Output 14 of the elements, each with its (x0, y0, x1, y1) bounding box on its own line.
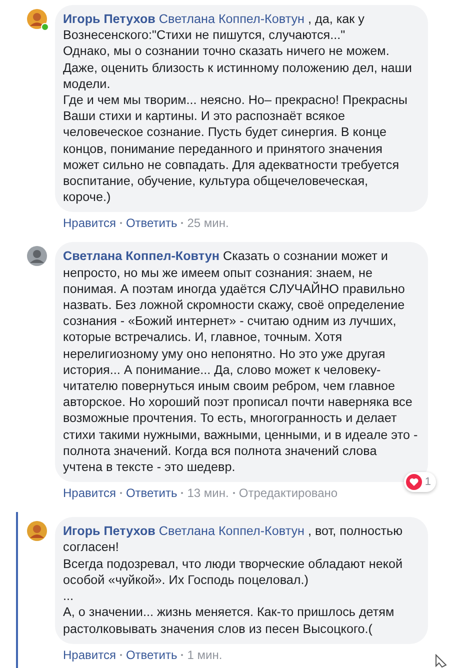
comment-text: Игорь Петухов Светлана Коппел-Ковтун , вот, полностью согласен! Всегда подозревал, что люди творческие обладают некой особой «чуйкой». Их Господь поцеловал.) ... А, о значении... жизнь меняется. Как-то пришлось детям растолковывать значения слов из песен Высоцкого.( (63, 523, 404, 637)
comment-action-link[interactable]: Нравится (63, 486, 116, 500)
comment-action-link[interactable]: Ответить (126, 216, 178, 230)
author-link[interactable]: Игорь Петухов (63, 12, 156, 26)
comment-text: Игорь Петухов Светлана Коппел-Ковтун , да, как у Вознесенского:"Стихи не пишутся, случаются..." Однако, мы о сознании точно сказать ничего не можем. Даже, оценить близость к истинному положению дел, наши модели. Где и чем мы творим... неясно. Но– прекрасно! Прекрасны Ваши стихи и картины. И это распознаёт всякое человеческое сознание. Пусть будет синергия. В конце концов, понимание переданного и принятого значения может сильно не совпадать. Для адекватности требуется воспитание, обучение, культура общечеловеческая, короче.) (63, 11, 413, 206)
author-link[interactable]: Игорь Петухов (63, 524, 156, 538)
comment-action-link[interactable]: Ответить (126, 486, 178, 500)
comment-action-link[interactable]: Нравится (63, 648, 116, 662)
comment-action-link[interactable]: Нравится (63, 216, 116, 230)
reaction-number: 1 (424, 476, 431, 488)
author-link[interactable]: Светлана Коппел-Ковтун (63, 249, 220, 264)
comment-action-link[interactable]: Ответить (126, 648, 178, 662)
mention-link[interactable]: Светлана Коппел-Ковтун (158, 524, 304, 538)
mention-link[interactable]: Светлана Коппел-Ковтун (158, 12, 304, 26)
